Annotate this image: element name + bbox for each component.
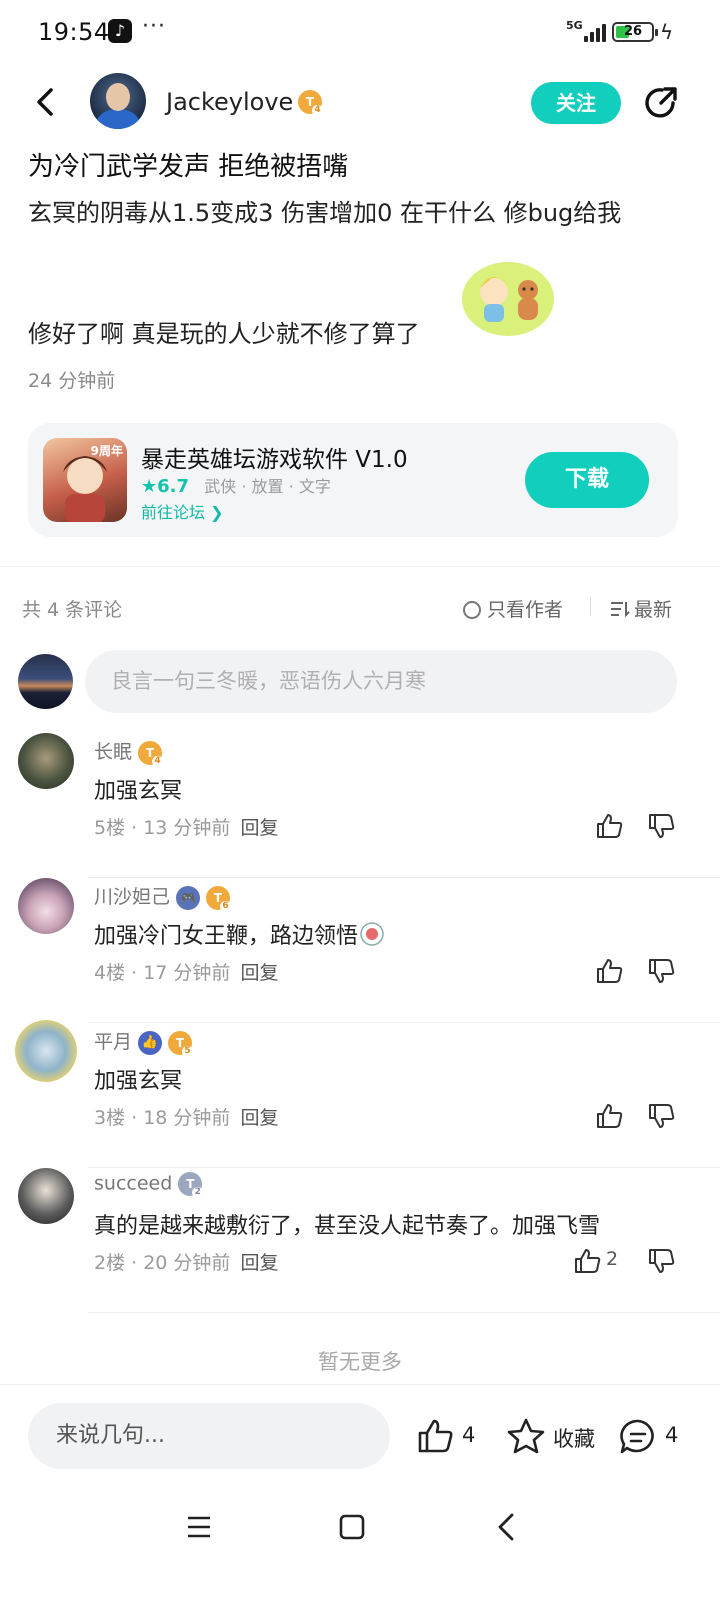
level-badge: T2 [178, 1172, 204, 1198]
sort-button[interactable]: 最新 [610, 595, 672, 622]
comment-meta: 3楼 · 18 分钟前 回复 [94, 1107, 279, 1129]
sort-label: 最新 [634, 599, 673, 621]
game-score: ★6.7 [141, 476, 190, 497]
reply-button[interactable]: 回复 [240, 1107, 278, 1129]
thumbs-down-icon[interactable] [646, 956, 676, 986]
game-meta: ★6.7 武侠 · 放置 · 文字 [141, 473, 331, 497]
sort-separator [590, 598, 591, 616]
emoji-sticker-image [462, 262, 554, 336]
only-author-toggle[interactable]: 只看作者 [463, 595, 563, 622]
comment-text: 加强玄冥 [94, 1069, 183, 1094]
network-type-label: 5G [566, 19, 583, 32]
comment-item: succeed T 2 真的是越来越敷衍了，甚至没人起节奏了。加强飞雪 2楼 · 2… [0, 1168, 720, 1313]
commenter-name[interactable]: 平月 👍 T 5 [94, 1027, 194, 1057]
follow-button[interactable]: 关注 [531, 82, 621, 124]
favorite-label[interactable]: 收藏 [553, 1423, 595, 1453]
comment-meta: 4楼 · 17 分钟前 回复 [94, 962, 279, 984]
thumbs-up-icon[interactable] [416, 1417, 454, 1455]
commenter-avatar[interactable] [18, 1168, 74, 1224]
commenter-name[interactable]: 川沙妲己 🎮 T 6 [94, 882, 232, 912]
home-icon[interactable] [339, 1513, 365, 1541]
reply-button[interactable]: 回复 [240, 962, 278, 984]
commenter-avatar[interactable] [18, 878, 74, 934]
level-badge: T5 [168, 1030, 194, 1057]
only-author-label: 只看作者 [487, 599, 564, 621]
comment-text: 真的是越来越敷衍了，甚至没人起节奏了。加强飞雪 [94, 1214, 601, 1239]
gamepad-badge-icon: 🎮 [176, 885, 201, 910]
back-chevron-icon[interactable] [30, 86, 62, 118]
game-card[interactable]: 9周年 暴走英雄坛游戏软件 V1.0 ★6.7 武侠 · 放置 · 文字 前往论… [28, 423, 678, 537]
author-avatar[interactable] [90, 73, 146, 129]
battery-icon: 26 [612, 22, 658, 42]
thumbs-up-icon[interactable] [594, 811, 624, 841]
tiktok-icon: ♪ [108, 19, 132, 43]
comment-text: 加强冷门女王鞭，路边领悟 [94, 918, 384, 950]
post-title: 为冷门武学发声 拒绝被捂嘴 [28, 152, 349, 182]
commenter-avatar[interactable] [15, 1020, 77, 1082]
commenter-name[interactable]: 长眠 T 4 [94, 737, 164, 767]
sort-icon [611, 602, 630, 618]
menu-icon[interactable] [186, 1514, 212, 1540]
comment-item: 平月 👍 T 5 加强玄冥 3楼 · 18 分钟前 回复 [0, 1020, 720, 1168]
emoji-icon [360, 922, 384, 946]
comment-item: 长眠 T 4 加强玄冥 5楼 · 13 分钟前 回复 [0, 733, 720, 878]
like-count: 2 [606, 1248, 619, 1270]
forum-link[interactable]: 前往论坛 ❯ [141, 499, 224, 523]
author-name[interactable]: Jackeylove [166, 88, 293, 116]
commenter-avatar[interactable] [18, 733, 74, 789]
thumbs-down-icon[interactable] [646, 1246, 676, 1276]
download-button[interactable]: 下载 [525, 452, 649, 508]
more-notifications-icon: ··· [142, 14, 166, 39]
thumbs-up-icon[interactable] [572, 1246, 602, 1276]
charging-icon: ϟ [660, 20, 674, 44]
star-icon[interactable] [506, 1416, 546, 1456]
share-icon[interactable] [640, 83, 680, 123]
author-level-badge: T4 [298, 90, 323, 116]
post-body-line2: 修好了啊 真是玩的人少就不修了算了 [28, 320, 420, 348]
anniversary-badge: 9周年 [90, 444, 123, 458]
reply-button[interactable]: 回复 [240, 817, 278, 839]
reply-button[interactable]: 回复 [240, 1252, 278, 1274]
system-nav-bar [0, 1484, 720, 1601]
no-more-label: 暂无更多 [318, 1350, 402, 1374]
status-bar: 19:54 ♪ ··· 5G 26 ϟ [0, 0, 720, 66]
section-divider [0, 566, 720, 567]
game-icon: 9周年 [43, 438, 127, 522]
post-body-line1: 玄冥的阴毒从1.5变成3 伤害增加0 在干什么 修bug给我 [28, 199, 622, 227]
status-time: 19:54 [38, 18, 110, 46]
back-icon[interactable] [494, 1512, 520, 1542]
like-badge-icon: 👍 [138, 1030, 163, 1055]
say-input[interactable]: 来说几句... [28, 1403, 390, 1469]
post-header: Jackeylove T4 关注 [0, 66, 720, 138]
commenter-name[interactable]: succeed T 2 [94, 1172, 204, 1198]
post-like-count: 4 [462, 1423, 476, 1447]
comment-meta: 5楼 · 13 分钟前 回复 [94, 817, 279, 839]
bottom-action-bar: 来说几句... 4 收藏 4 [0, 1384, 720, 1484]
game-tags: 武侠 · 放置 · 文字 [204, 477, 331, 496]
comment-text: 加强玄冥 [94, 779, 183, 804]
comment-bubble-icon[interactable] [618, 1417, 658, 1457]
comment-count: 共 4 条评论 [22, 599, 123, 621]
comment-divider [88, 1312, 720, 1313]
game-name: 暴走英雄坛游戏软件 V1.0 [141, 447, 408, 473]
comment-input[interactable]: 良言一句三冬暖，恶语伤人六月寒 [85, 650, 677, 713]
post-time: 24 分钟前 [28, 370, 116, 392]
thumbs-down-icon[interactable] [646, 811, 676, 841]
comment-item: 川沙妲己 🎮 T 6 加强冷门女王鞭，路边领悟 4楼 · 17 分钟前 回复 [0, 878, 720, 1023]
thumbs-down-icon[interactable] [646, 1101, 676, 1131]
thumbs-up-icon[interactable] [594, 1101, 624, 1131]
level-badge: T4 [138, 740, 164, 767]
level-badge: T6 [206, 885, 232, 912]
my-avatar [18, 654, 73, 709]
comment-meta: 2楼 · 20 分钟前 回复 [94, 1252, 279, 1274]
battery-level: 26 [623, 24, 643, 39]
radio-circle-icon [463, 601, 481, 619]
signal-icon [584, 22, 606, 42]
post-comment-count: 4 [665, 1423, 679, 1447]
thumbs-up-icon[interactable] [594, 956, 624, 986]
